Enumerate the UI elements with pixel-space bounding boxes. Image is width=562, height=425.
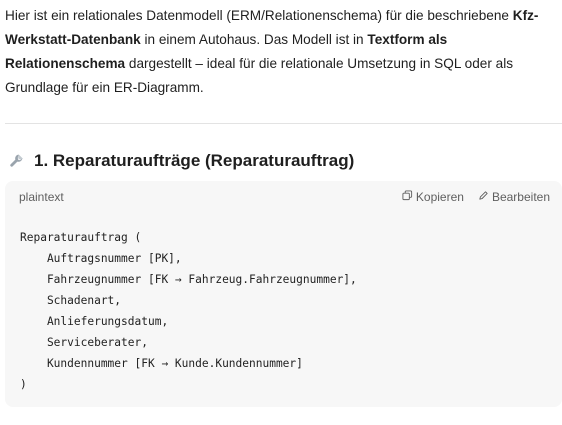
intro-text-2: in einem Autohaus. Das Modell ist in	[140, 32, 368, 47]
code-actions: Kopieren Bearbeiten	[402, 190, 550, 204]
pencil-icon	[478, 190, 489, 204]
copy-button[interactable]: Kopieren	[402, 190, 464, 204]
code-line: )	[20, 378, 27, 391]
code-line: Anlieferungsdatum,	[20, 315, 169, 328]
code-content: Reparaturauftrag ( Auftragsnummer [PK], …	[20, 227, 357, 395]
intro-paragraph: Hier ist ein relationales Datenmodell (E…	[5, 4, 555, 100]
code-line: Schadenart,	[20, 294, 122, 307]
section-heading: 1. Reparaturaufträge (Reparaturauftrag)	[8, 150, 354, 172]
intro-text-1: Hier ist ein relationales Datenmodell (E…	[5, 8, 513, 23]
chat-message: Hier ist ein relationales Datenmodell (E…	[0, 0, 562, 425]
code-line: Kundennummer [FK → Kunde.Kundennummer]	[20, 357, 303, 370]
divider	[5, 123, 562, 124]
code-header: plaintext Kopieren Bearbeiten	[5, 181, 562, 213]
edit-button[interactable]: Bearbeiten	[478, 190, 550, 204]
edit-label: Bearbeiten	[491, 190, 550, 204]
code-block: plaintext Kopieren Bearbeiten Reparatura…	[5, 181, 562, 407]
wrench-icon	[8, 152, 26, 170]
copy-label: Kopieren	[415, 190, 464, 204]
code-line: Serviceberater,	[20, 336, 148, 349]
section-title: 1. Reparaturaufträge (Reparaturauftrag)	[34, 151, 355, 170]
code-line: Fahrzeugnummer [FK → Fahrzeug.Fahrzeugnu…	[20, 273, 357, 286]
code-language-label: plaintext	[19, 190, 64, 204]
code-line: Auftragsnummer [PK],	[20, 252, 182, 265]
copy-icon	[402, 190, 413, 204]
code-line: Reparaturauftrag (	[20, 231, 142, 244]
